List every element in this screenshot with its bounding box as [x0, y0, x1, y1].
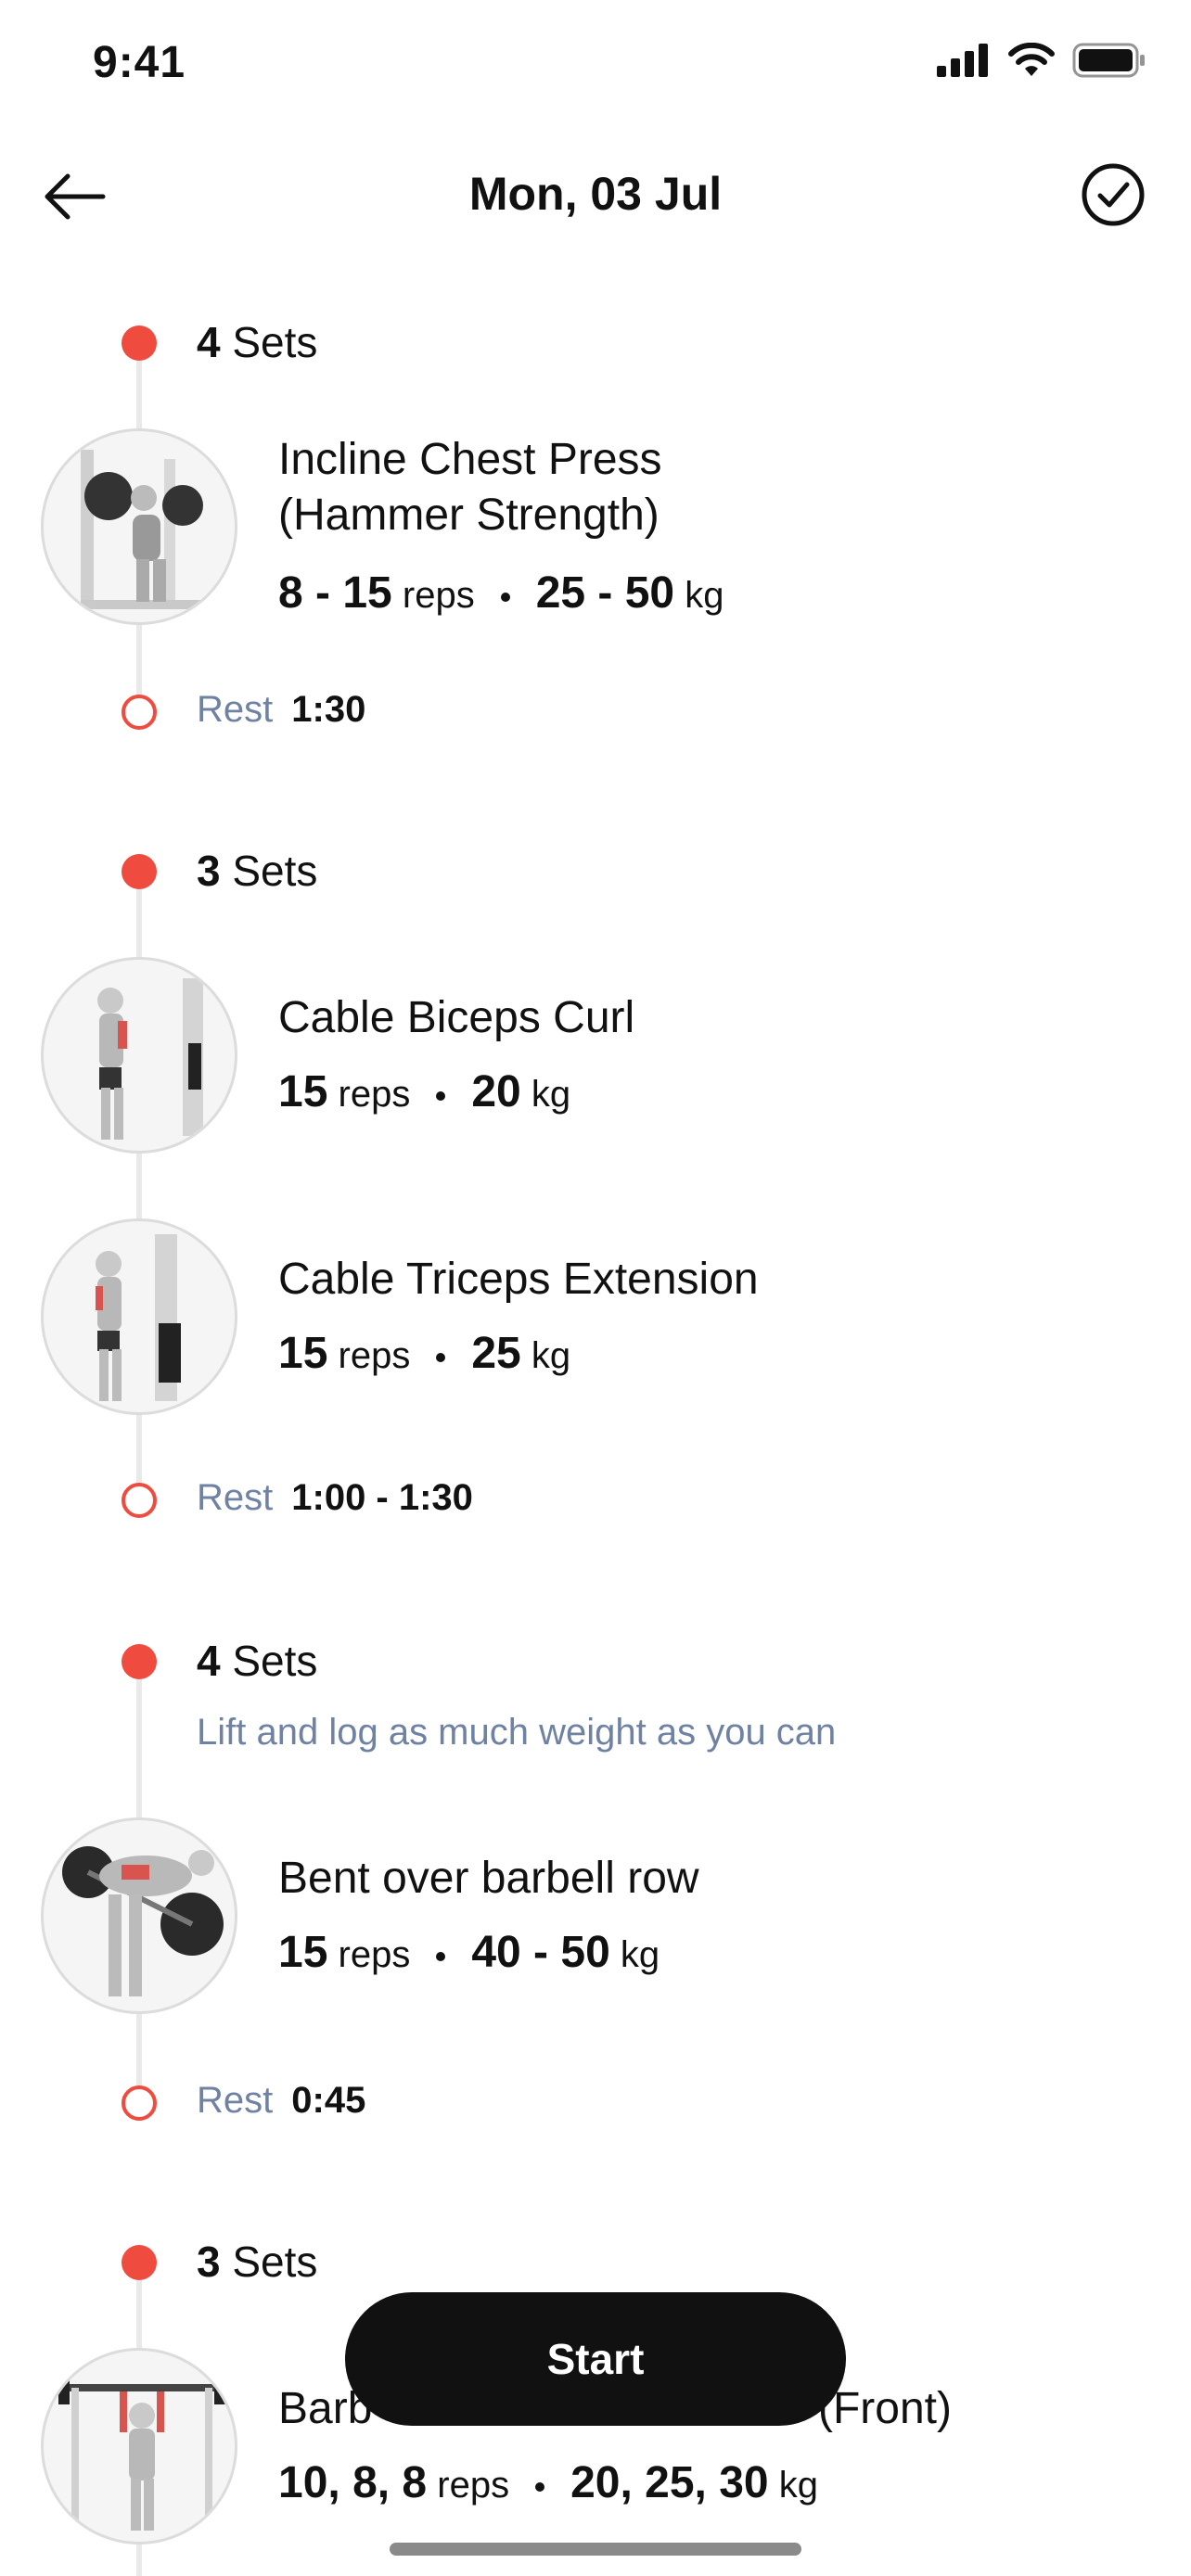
exercise-thumbnail[interactable] [41, 957, 237, 1154]
start-button[interactable]: Start [345, 2292, 846, 2426]
exercise-meta: 15 reps 40 - 50 kg [278, 1928, 660, 1977]
exercise-thumbnail[interactable] [41, 2348, 237, 2544]
barbell-row-illustration-icon [62, 1846, 224, 1996]
chest-press-illustration-icon [81, 450, 211, 609]
rest-row[interactable]: Rest 0:45 [197, 2080, 365, 2122]
exercise-name[interactable]: Bent over barbell row [278, 1851, 1095, 1906]
exercise-name[interactable]: Cable Triceps Extension [278, 1252, 1095, 1307]
sets-label: 4 Sets [197, 1637, 318, 1685]
rest-marker [122, 1483, 157, 1518]
exercise-meta: 15 reps 25 kg [278, 1329, 571, 1378]
navigation-header: Mon, 03 Jul [0, 148, 1191, 241]
status-bar: 9:41 [0, 0, 1191, 130]
sets-label: 3 Sets [197, 2238, 318, 2286]
overhead-press-illustration-icon [58, 2371, 225, 2531]
exercise-meta: 15 reps 20 kg [278, 1067, 571, 1116]
sets-marker [122, 2245, 157, 2280]
finish-button[interactable] [1076, 158, 1150, 232]
exercise-thumbnail[interactable] [41, 428, 237, 625]
sets-marker [122, 854, 157, 889]
sets-label: 4 Sets [197, 318, 318, 366]
cable-triceps-illustration-icon [96, 1234, 181, 1401]
rest-marker [122, 695, 157, 730]
status-time: 9:41 [93, 38, 186, 87]
exercise-meta: 8 - 15 reps 25 - 50 kg [278, 568, 724, 618]
exercise-meta: 10, 8, 8 reps 20, 25, 30 kg [278, 2458, 818, 2507]
exercise-name[interactable]: Cable Biceps Curl [278, 990, 1095, 1046]
check-circle-icon [1082, 163, 1145, 226]
exercise-thumbnail[interactable] [41, 1817, 237, 2014]
page-title: Mon, 03 Jul [468, 168, 723, 220]
battery-icon [1072, 43, 1145, 78]
wifi-icon [1008, 43, 1055, 76]
rest-row[interactable]: Rest 1:30 [197, 689, 365, 731]
home-indicator [390, 2543, 801, 2556]
sets-note: Lift and log as much weight as you can [197, 1712, 837, 1753]
exercise-name[interactable]: Incline Chest Press (Hammer Strength) [278, 432, 798, 543]
sets-marker [122, 325, 157, 361]
rest-row[interactable]: Rest 1:00 - 1:30 [197, 1477, 473, 1519]
sets-marker [122, 1644, 157, 1679]
rest-marker [122, 2085, 157, 2121]
status-icons [937, 43, 1146, 78]
sets-label: 3 Sets [197, 847, 318, 895]
cellular-signal-icon [937, 44, 988, 77]
cable-curl-illustration-icon [97, 978, 203, 1140]
exercise-thumbnail[interactable] [41, 1218, 237, 1415]
